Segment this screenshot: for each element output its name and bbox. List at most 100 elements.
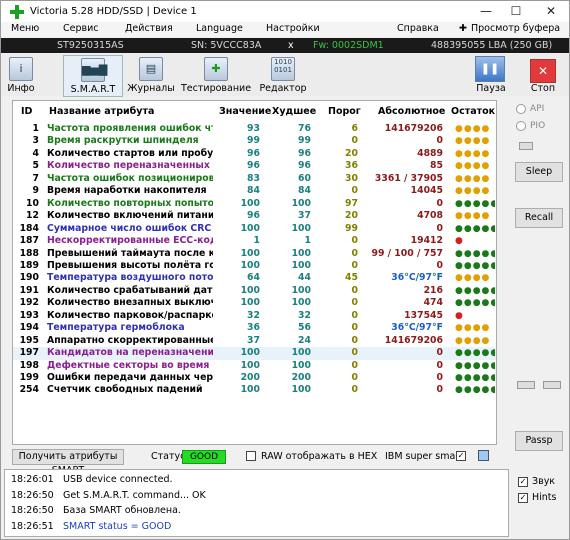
col-remaining[interactable]: Остаток bbox=[451, 106, 495, 117]
device-firmware: Fw: 0002SDM1 bbox=[313, 40, 384, 51]
col-absolute[interactable]: Абсолютное bbox=[378, 106, 445, 117]
row-absolute: 0 bbox=[436, 259, 443, 271]
pause-button[interactable]: ❚❚ bbox=[475, 56, 505, 82]
get-smart-attributes-button[interactable]: Получить атрибуты SMART bbox=[12, 449, 124, 476]
row-value: 100 bbox=[240, 297, 260, 309]
table-row[interactable]: 4Количество стартов или пробужде...96962… bbox=[13, 148, 496, 161]
passp-button[interactable]: Passp bbox=[515, 431, 563, 451]
app-plus-icon bbox=[10, 4, 24, 19]
small-right-button[interactable] bbox=[543, 381, 561, 389]
row-remaining: ●●●●● bbox=[455, 373, 495, 383]
col-name[interactable]: Название атрибута bbox=[49, 106, 154, 117]
row-worst: 37 bbox=[298, 210, 311, 222]
row-remaining: ●●●●● bbox=[455, 348, 495, 359]
table-row[interactable]: 1Частота проявления ошибок чтения9376614… bbox=[13, 123, 496, 136]
recall-button[interactable]: Recall bbox=[515, 208, 563, 228]
tab-smart[interactable]: ▆▅▇ S.M.A.R.T bbox=[63, 55, 123, 97]
status-bar: Получить атрибуты SMART Статус: GOOD RAW… bbox=[12, 448, 497, 476]
table-row[interactable]: 9 Время наработки накопителя 84 84 0 14045 ●●●… bbox=[13, 185, 496, 198]
device-lba: 488395055 LBA (250 GB) bbox=[431, 40, 553, 51]
close-button[interactable]: ✕ bbox=[536, 1, 566, 22]
row-absolute: 137545 bbox=[404, 309, 443, 321]
tab-editor-label: Редактор bbox=[259, 83, 307, 94]
tab-testing[interactable]: ✚ Тестирование bbox=[181, 55, 251, 97]
row-id: 3 bbox=[32, 135, 39, 147]
row-absolute: 3361 / 37905 bbox=[374, 172, 443, 184]
tab-editor[interactable]: 1010 0101 Редактор bbox=[253, 55, 313, 97]
log-message: USB device connected. bbox=[63, 474, 173, 485]
menu-service[interactable]: Сервис bbox=[63, 23, 99, 34]
menu-buffer-view-icon[interactable]: ✚ bbox=[459, 23, 467, 34]
row-value: 64 bbox=[247, 272, 260, 284]
table-row[interactable]: 192 Количество внезапных выключени... 100 1… bbox=[13, 297, 496, 310]
status-badge: GOOD bbox=[182, 450, 226, 464]
device-model: ST9250315AS bbox=[57, 40, 124, 51]
pio-radio[interactable]: PIO bbox=[516, 121, 545, 131]
small-toggle-button[interactable] bbox=[519, 142, 533, 150]
row-absolute: 0 bbox=[436, 197, 443, 209]
row-name: Количество внезапных выключени... bbox=[47, 297, 213, 309]
table-row[interactable]: 12 Количество включений питания 96 37 20 4708… bbox=[13, 210, 496, 223]
table-row[interactable]: 193Количество парковок/распарковок323201… bbox=[13, 310, 496, 323]
table-row[interactable]: 10 Количество повторных попыток р... 100 10… bbox=[13, 198, 496, 211]
row-absolute: 0 bbox=[436, 359, 443, 371]
right-panel: API PIO Sleep Recall Passp bbox=[511, 100, 566, 460]
table-row[interactable]: 195 Аппаратно скорректированные ош... 37 24… bbox=[13, 335, 496, 348]
table-row[interactable]: 198 Дефектные секторы во время сам... 100 1… bbox=[13, 360, 496, 373]
col-worst[interactable]: Худшее bbox=[272, 106, 316, 117]
col-value[interactable]: Значение bbox=[219, 106, 271, 117]
row-value: 100 bbox=[240, 247, 260, 259]
menu-buffer-view[interactable]: Просмотр буфера bbox=[471, 23, 560, 34]
log-entry: 18:26:50 Get S.M.A.R.T. command... OK bbox=[11, 489, 206, 503]
row-id: 4 bbox=[32, 147, 39, 159]
menu-help[interactable]: Справка bbox=[397, 23, 439, 34]
row-worst: 100 bbox=[291, 222, 311, 234]
hints-checkbox[interactable]: ✓ bbox=[518, 493, 528, 503]
journal-icon: ▤ bbox=[139, 57, 163, 81]
table-row[interactable]: 188 Превышений таймаута после кома... 100 1… bbox=[13, 248, 496, 261]
ibm-indicator-button[interactable] bbox=[478, 450, 489, 461]
row-name: Температура воздушного потока bbox=[47, 272, 213, 284]
stop-button[interactable]: ✕ bbox=[530, 59, 556, 83]
device-close-x[interactable]: x bbox=[288, 38, 294, 53]
table-row[interactable]: 7Частота ошибок позиционирования83603033… bbox=[13, 173, 496, 186]
tab-info[interactable]: i Инфо bbox=[2, 55, 40, 97]
row-remaining: ●●●● bbox=[455, 136, 491, 147]
row-name: Кандидатов на переназначение bbox=[47, 347, 213, 359]
table-row[interactable]: 197 Кандидатов на переназначение 100 100 0 0 ●… bbox=[13, 347, 496, 360]
ibm-super-smart-checkbox[interactable]: ✓ bbox=[456, 451, 466, 461]
api-radio[interactable]: API bbox=[516, 104, 544, 114]
row-worst: 96 bbox=[298, 160, 311, 172]
small-left-button[interactable] bbox=[517, 381, 535, 389]
table-row[interactable]: 3 Время раскрутки шпинделя 99 99 0 0 ●●●● bbox=[13, 135, 496, 148]
table-row[interactable]: 184 Суммарное число ошибок CRC 100 100 99 0 ●●… bbox=[13, 223, 496, 236]
table-row[interactable]: 5Количество переназначенных сект...96963… bbox=[13, 160, 496, 173]
sleep-button[interactable]: Sleep bbox=[515, 162, 563, 182]
table-row[interactable]: 199 Ошибки передачи данных через D... 200 2… bbox=[13, 372, 496, 385]
raw-hex-label: RAW отображать в HEX bbox=[261, 451, 378, 462]
pause-label: Пауза bbox=[476, 83, 506, 94]
menu-settings[interactable]: Настройки bbox=[266, 23, 320, 34]
tab-journals[interactable]: ▤ Журналы bbox=[121, 55, 181, 97]
raw-hex-checkbox[interactable] bbox=[246, 451, 256, 461]
table-row[interactable]: 190 Температура воздушного потока 64 44 45 36… bbox=[13, 272, 496, 285]
row-remaining: ●●●● bbox=[455, 161, 491, 172]
row-id: 9 bbox=[32, 185, 39, 197]
menu-main[interactable]: Меню bbox=[11, 23, 39, 34]
row-absolute: 36°C/97°F bbox=[391, 272, 443, 284]
pio-radio-dot bbox=[516, 121, 526, 131]
maximize-button[interactable]: ☐ bbox=[501, 1, 531, 22]
menu-actions[interactable]: Действия bbox=[125, 23, 173, 34]
menu-language[interactable]: Language bbox=[196, 23, 243, 34]
col-id[interactable]: ID bbox=[21, 106, 32, 117]
table-row[interactable]: 191 Количество срабатываний датчика... 100… bbox=[13, 285, 496, 298]
table-row[interactable]: 187Нескорректированные ECC-кодом ...1101… bbox=[13, 235, 496, 248]
row-remaining: ●●●● bbox=[455, 323, 491, 334]
col-threshold[interactable]: Порог bbox=[328, 106, 361, 117]
sound-checkbox[interactable]: ✓ bbox=[518, 477, 528, 487]
table-row[interactable]: 194 Температура гермоблока 36 56 0 36°C/97°F ●… bbox=[13, 322, 496, 335]
tab-journals-label: Журналы bbox=[127, 83, 175, 94]
table-row[interactable]: 189 Превышения высоты полёта голов... 100 1… bbox=[13, 260, 496, 273]
minimize-button[interactable]: — bbox=[471, 1, 501, 22]
table-row[interactable]: 254 Счетчик свободных падений 100 100 0 0 ●●●●… bbox=[13, 384, 496, 397]
